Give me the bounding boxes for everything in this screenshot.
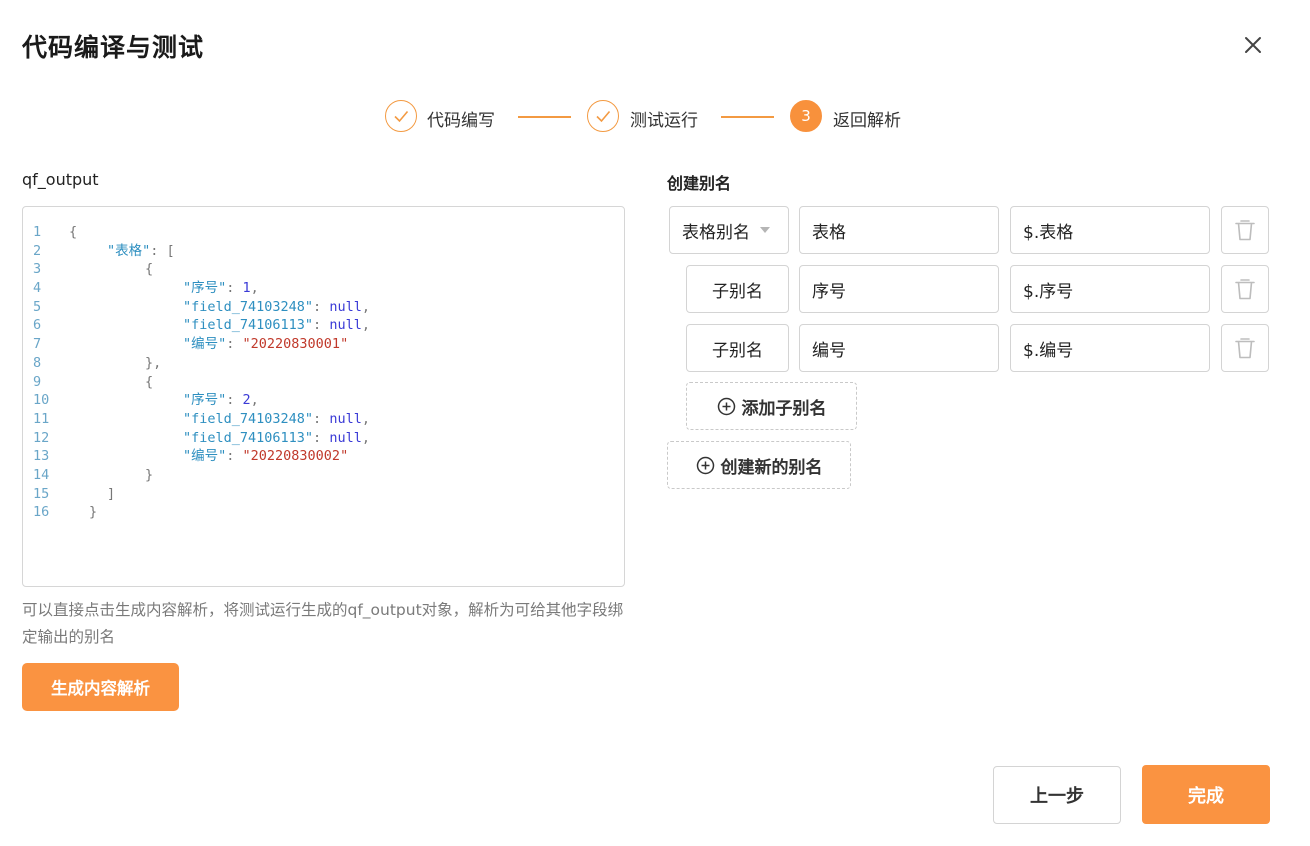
step-1-label: 代码编写 — [427, 111, 495, 131]
code-viewer[interactable]: 1{ 2 "表格": [ 3{ 4 "序号": 1, 5 "field_7410324… — [22, 206, 625, 587]
sub-alias-label: 子别名 — [686, 265, 789, 313]
step-3-label: 返回解析 — [833, 111, 901, 131]
code-line: 5 "field_74103248": null, — [33, 298, 370, 315]
step-1-check-icon — [385, 100, 417, 132]
alias-path-input[interactable]: $.序号 — [1010, 265, 1210, 313]
code-line: 11 "field_74103248": null, — [33, 410, 370, 427]
code-line: 12 "field_74106113": null, — [33, 429, 370, 446]
parse-hint-text: 可以直接点击生成内容解析，将测试运行生成的qf_output对象，解析为可给其他… — [22, 601, 624, 646]
alias-name-input[interactable]: 序号 — [799, 265, 999, 313]
code-line: 10 "序号": 2, — [33, 392, 259, 409]
plus-circle-icon — [696, 456, 714, 474]
code-compile-test-dialog: 代码编译与测试 代码编写 测试运行 3 返回解析 qf_output 1{ 2 "… — [0, 0, 1310, 846]
step-3-number: 3 — [790, 100, 822, 132]
alias-name-input[interactable]: 表格 — [799, 206, 999, 254]
close-icon[interactable] — [1240, 32, 1266, 58]
qf-output-label: qf_output — [22, 170, 99, 189]
steps-bar: 代码编写 测试运行 3 返回解析 — [0, 100, 1310, 134]
code-line: 2 "表格": [ — [33, 242, 175, 259]
trash-icon[interactable] — [1221, 324, 1269, 372]
code-line: 3{ — [33, 261, 154, 278]
trash-icon[interactable] — [1221, 265, 1269, 313]
alias-path-input[interactable]: $.表格 — [1010, 206, 1210, 254]
alias-type-select[interactable]: 表格别名 — [669, 206, 789, 254]
add-sub-alias-button[interactable]: 添加子别名 — [686, 382, 857, 430]
step-connector — [518, 116, 571, 118]
code-line: 14} — [33, 466, 154, 483]
add-sub-alias-label: 添加子别名 — [741, 398, 827, 419]
code-line: 9{ — [33, 373, 154, 390]
code-line: 1{ — [33, 224, 78, 240]
create-alias-label: 创建别名 — [667, 174, 732, 193]
alias-name-input[interactable]: 编号 — [799, 324, 999, 372]
step-2-label: 测试运行 — [630, 111, 698, 131]
trash-icon[interactable] — [1221, 206, 1269, 254]
caret-down-icon — [760, 227, 770, 233]
code-line: 8}, — [33, 354, 162, 371]
step-2-check-icon — [587, 100, 619, 132]
sub-alias-label: 子别名 — [686, 324, 789, 372]
code-line: 16} — [33, 504, 98, 521]
code-line: 15] — [33, 485, 116, 502]
previous-step-button[interactable]: 上一步 — [993, 766, 1121, 824]
code-line: 4 "序号": 1, — [33, 280, 259, 297]
alias-type-value: 表格别名 — [682, 222, 750, 243]
finish-button[interactable]: 完成 — [1142, 765, 1270, 824]
step-connector — [721, 116, 774, 118]
code-line: 13 "编号": "20220830002" — [33, 448, 349, 465]
code-line: 7 "编号": "20220830001" — [33, 336, 349, 353]
code-line: 6 "field_74106113": null, — [33, 317, 370, 334]
dialog-title: 代码编译与测试 — [22, 33, 205, 62]
create-new-alias-button[interactable]: 创建新的别名 — [667, 441, 851, 489]
plus-circle-icon — [717, 397, 735, 415]
create-new-alias-label: 创建新的别名 — [720, 457, 823, 478]
alias-path-input[interactable]: $.编号 — [1010, 324, 1210, 372]
generate-parse-button[interactable]: 生成内容解析 — [22, 663, 179, 711]
